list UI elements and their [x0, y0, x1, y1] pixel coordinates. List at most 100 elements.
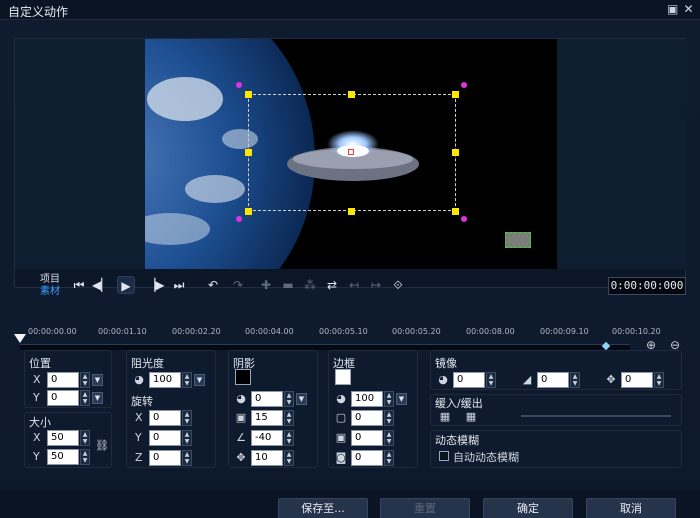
- rotation-y-spinner[interactable]: ▲ ▼: [182, 430, 192, 446]
- border-extra-spinner[interactable]: ▲ ▼: [384, 450, 394, 466]
- shadow-thumbnail[interactable]: [505, 232, 531, 248]
- shadow-opacity-spinner[interactable]: ▲ ▼: [284, 391, 294, 407]
- remove-keyframe-icon: ▬: [282, 278, 294, 292]
- position-x-dropdown[interactable]: ▼: [92, 374, 103, 386]
- mirror-value1-spinner[interactable]: ▲ ▼: [486, 372, 496, 388]
- resize-handle[interactable]: [348, 208, 355, 215]
- rotation-x-field[interactable]: 0: [149, 410, 181, 426]
- playback-controls: 项目 素材 ⏮ ◀▏ ▶ ▕▶ ⏭ ↶ ↷ ✚ ▬ ⁂ ⇄ ↤ ↦ ⟐ 0:00…: [14, 272, 686, 298]
- size-panel: 大小 X 50 ▲ ▼ Y 50 ▲ ▼ ⛓: [24, 412, 112, 468]
- border-panel: 边框 ◕ 100 ▲ ▼ ▼ ▢ 0 ▲ ▼ ▣ 0 ▲ ▼ ◙ 0 ▲ ▼: [328, 350, 418, 468]
- resize-handle[interactable]: [348, 91, 355, 98]
- resize-handle[interactable]: [452, 208, 459, 215]
- mode-clip[interactable]: 素材: [40, 286, 60, 297]
- position-x-spinner[interactable]: ▲ ▼: [80, 372, 90, 388]
- opacity-dropdown[interactable]: ▼: [194, 374, 205, 386]
- center-point[interactable]: [348, 149, 354, 155]
- timeline-tick: 00:00:02.20: [172, 327, 221, 336]
- shadow-distance-spinner[interactable]: ▲ ▼: [284, 450, 294, 466]
- video-preview[interactable]: [145, 39, 557, 269]
- opacity-spinner[interactable]: ▲ ▼: [182, 372, 192, 388]
- border-blur-icon: ▣: [335, 431, 347, 444]
- size-y-spinner[interactable]: ▲ ▼: [80, 449, 90, 465]
- shadow-opacity-dropdown[interactable]: ▼: [296, 393, 307, 405]
- shadow-color-swatch[interactable]: [235, 369, 251, 385]
- border-width-spinner[interactable]: ▲ ▼: [384, 410, 394, 426]
- resize-handle[interactable]: [245, 149, 252, 156]
- shadow-distance-field[interactable]: 10: [251, 450, 283, 466]
- shadow-direction-spinner[interactable]: ▲ ▼: [284, 430, 294, 446]
- timecode-display[interactable]: 0:00:00:000: [608, 277, 686, 295]
- position-y-dropdown[interactable]: ▼: [92, 392, 103, 404]
- position-y-spinner[interactable]: ▲ ▼: [80, 390, 90, 406]
- save-to-button[interactable]: 保存至...: [278, 498, 368, 518]
- preview-panel: [14, 38, 687, 288]
- timeline-tick: 00:00:04.00: [245, 327, 294, 336]
- size-y-field[interactable]: 50: [47, 449, 79, 465]
- next-frame-icon[interactable]: ▕▶: [146, 276, 164, 294]
- size-x-field[interactable]: 50: [47, 430, 79, 446]
- play-button[interactable]: ▶: [117, 276, 135, 294]
- keyframe-options-icon[interactable]: ⟐: [389, 276, 407, 294]
- playhead[interactable]: [14, 334, 26, 343]
- mirror-value2-spinner[interactable]: ▲ ▼: [570, 372, 580, 388]
- timeline-tick: 00:00:08.00: [466, 327, 515, 336]
- corner-skew-handle[interactable]: [236, 82, 242, 88]
- rotation-z-field[interactable]: 0: [149, 450, 181, 466]
- position-x-field[interactable]: 0: [47, 372, 79, 388]
- mirror-value1-field[interactable]: 0: [453, 372, 485, 388]
- previous-frame-icon[interactable]: ◀▏: [92, 276, 110, 294]
- resize-handle[interactable]: [452, 91, 459, 98]
- corner-skew-handle[interactable]: [461, 216, 467, 222]
- mirror-value2-field[interactable]: 0: [537, 372, 569, 388]
- ease-slider[interactable]: [521, 415, 671, 417]
- auto-motion-blur-checkbox[interactable]: [439, 451, 449, 461]
- border-blur-spinner[interactable]: ▲ ▼: [384, 430, 394, 446]
- border-opacity-dropdown[interactable]: ▼: [396, 393, 407, 405]
- resize-handle[interactable]: [245, 208, 252, 215]
- resize-handle[interactable]: [245, 91, 252, 98]
- maximize-icon[interactable]: ▣: [667, 3, 678, 15]
- size-x-spinner[interactable]: ▲ ▼: [80, 430, 90, 446]
- border-blur-field[interactable]: 0: [351, 430, 383, 446]
- rotation-z-spinner[interactable]: ▲ ▼: [182, 450, 192, 466]
- shadow-direction-icon: ∠: [236, 431, 246, 444]
- shadow-blur-field[interactable]: 15: [251, 410, 283, 426]
- shadow-opacity-field[interactable]: 0: [251, 391, 283, 407]
- go-to-end-icon[interactable]: ⏭: [170, 276, 188, 294]
- border-opacity-field[interactable]: 100: [351, 391, 383, 407]
- cancel-button[interactable]: 取消: [586, 498, 676, 518]
- shadow-blur-spinner[interactable]: ▲ ▼: [284, 410, 294, 426]
- shadow-direction-field[interactable]: -40: [251, 430, 283, 446]
- corner-skew-handle[interactable]: [461, 82, 467, 88]
- timeline-tick: 00:00:05.20: [392, 327, 441, 336]
- ok-button[interactable]: 确定: [483, 498, 573, 518]
- ease-panel: 缓入/缓出 ▦ ▦: [430, 394, 682, 426]
- corner-skew-handle[interactable]: [236, 216, 242, 222]
- mirror-value3-field[interactable]: 0: [621, 372, 653, 388]
- ease-out-icon[interactable]: ▦: [465, 411, 477, 423]
- shadow-distance-icon: ✥: [236, 451, 246, 464]
- position-y-field[interactable]: 0: [47, 390, 79, 406]
- mirror-distance-icon: ✥: [606, 373, 616, 386]
- rotation-x-spinner[interactable]: ▲ ▼: [182, 410, 192, 426]
- rotation-y-field[interactable]: 0: [149, 430, 181, 446]
- opacity-field[interactable]: 100: [149, 372, 181, 388]
- mirror-value3-spinner[interactable]: ▲ ▼: [654, 372, 664, 388]
- link-ratio-icon[interactable]: ⛓: [95, 440, 109, 452]
- position-panel: 位置 X 0 ▲ ▼ ▼ Y 0 ▲ ▼ ▼: [24, 350, 112, 408]
- undo-icon[interactable]: ↶: [204, 276, 222, 294]
- border-width-field[interactable]: 0: [351, 410, 383, 426]
- border-extra-field[interactable]: 0: [351, 450, 383, 466]
- go-to-start-icon[interactable]: ⏮: [70, 276, 88, 294]
- border-color-swatch[interactable]: [335, 369, 351, 385]
- border-extra-icon: ◙: [335, 451, 347, 464]
- close-icon[interactable]: ✕: [683, 3, 694, 15]
- border-opacity-icon: ◕: [336, 392, 346, 405]
- reverse-keyframes-icon[interactable]: ⇄: [323, 276, 341, 294]
- add-keyframe-icon: ✚: [260, 278, 272, 292]
- border-opacity-spinner[interactable]: ▲ ▼: [384, 391, 394, 407]
- mode-project[interactable]: 项目: [40, 274, 60, 285]
- resize-handle[interactable]: [452, 149, 459, 156]
- ease-in-icon[interactable]: ▦: [439, 411, 451, 423]
